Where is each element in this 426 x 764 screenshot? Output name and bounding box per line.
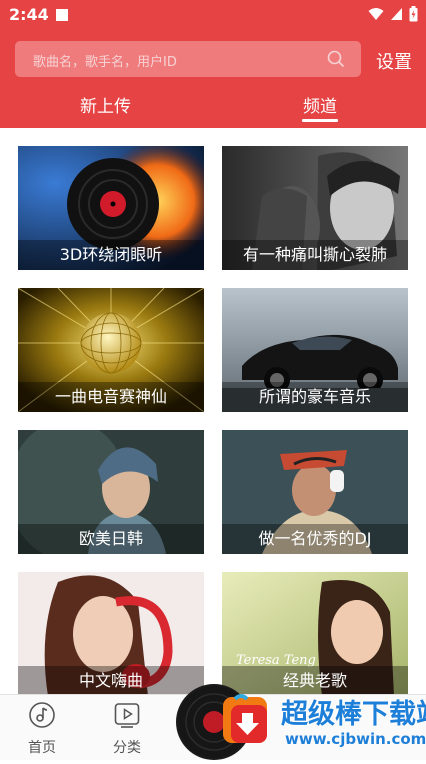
tab-channels[interactable]: 频道 — [303, 92, 337, 117]
system-icons — [368, 6, 418, 22]
search-field[interactable]: 歌曲名，歌手名，用户ID — [15, 41, 361, 77]
channel-card-western-asian[interactable]: 欧美日韩 — [18, 430, 204, 554]
settings-button[interactable]: 设置 — [376, 48, 412, 74]
active-tab-indicator — [302, 119, 338, 122]
search-icon[interactable] — [327, 50, 345, 68]
signal-icon — [391, 8, 402, 20]
channel-card-chinese-dance[interactable]: 中文嗨曲 — [18, 572, 204, 696]
channel-label: 3D环绕闭眼听 — [18, 240, 204, 270]
channel-card-heartbreak[interactable]: 有一种痛叫撕心裂肺 — [222, 146, 408, 270]
app-header: 2:44 歌曲名，歌手名，用户ID 设置 新上传 频道 — [0, 0, 426, 128]
wifi-icon — [368, 8, 384, 20]
nav-category[interactable]: 分类 — [97, 695, 157, 757]
channel-label: 做一名优秀的DJ — [222, 524, 408, 554]
status-bar: 2:44 — [0, 0, 426, 30]
music-note-icon — [29, 702, 55, 728]
nav-home[interactable]: 首页 — [12, 695, 72, 757]
battery-icon — [409, 6, 418, 22]
nav-label: 首页 — [28, 740, 56, 756]
watermark-title: 超级棒下载站 — [281, 699, 426, 730]
channel-label: 一曲电音赛神仙 — [18, 382, 204, 412]
watermark-overlay: 超级棒下载站 www.cjbwin.com — [215, 686, 426, 759]
tab-new-upload[interactable]: 新上传 — [80, 92, 131, 117]
channel-card-dj[interactable]: 做一名优秀的DJ — [222, 430, 408, 554]
channel-card-luxury-car[interactable]: 所谓的豪车音乐 — [222, 288, 408, 412]
play-square-icon — [114, 703, 140, 728]
watermark-logo-icon — [223, 694, 267, 743]
notification-icon — [56, 9, 68, 21]
nav-label: 分类 — [113, 740, 141, 756]
channel-card-3d[interactable]: 3D环绕闭眼听 — [18, 146, 204, 270]
watermark-url: www.cjbwin.com — [285, 730, 426, 748]
channel-label: 所谓的豪车音乐 — [222, 382, 408, 412]
channel-card-classic[interactable]: Teresa Teng 经典老歌 — [222, 572, 408, 696]
channel-label: 有一种痛叫撕心裂肺 — [222, 240, 408, 270]
channel-card-edm[interactable]: 一曲电音赛神仙 — [18, 288, 204, 412]
search-placeholder: 歌曲名，歌手名，用户ID — [33, 55, 177, 70]
status-time: 2:44 — [9, 5, 49, 24]
channel-label: 欧美日韩 — [18, 524, 204, 554]
